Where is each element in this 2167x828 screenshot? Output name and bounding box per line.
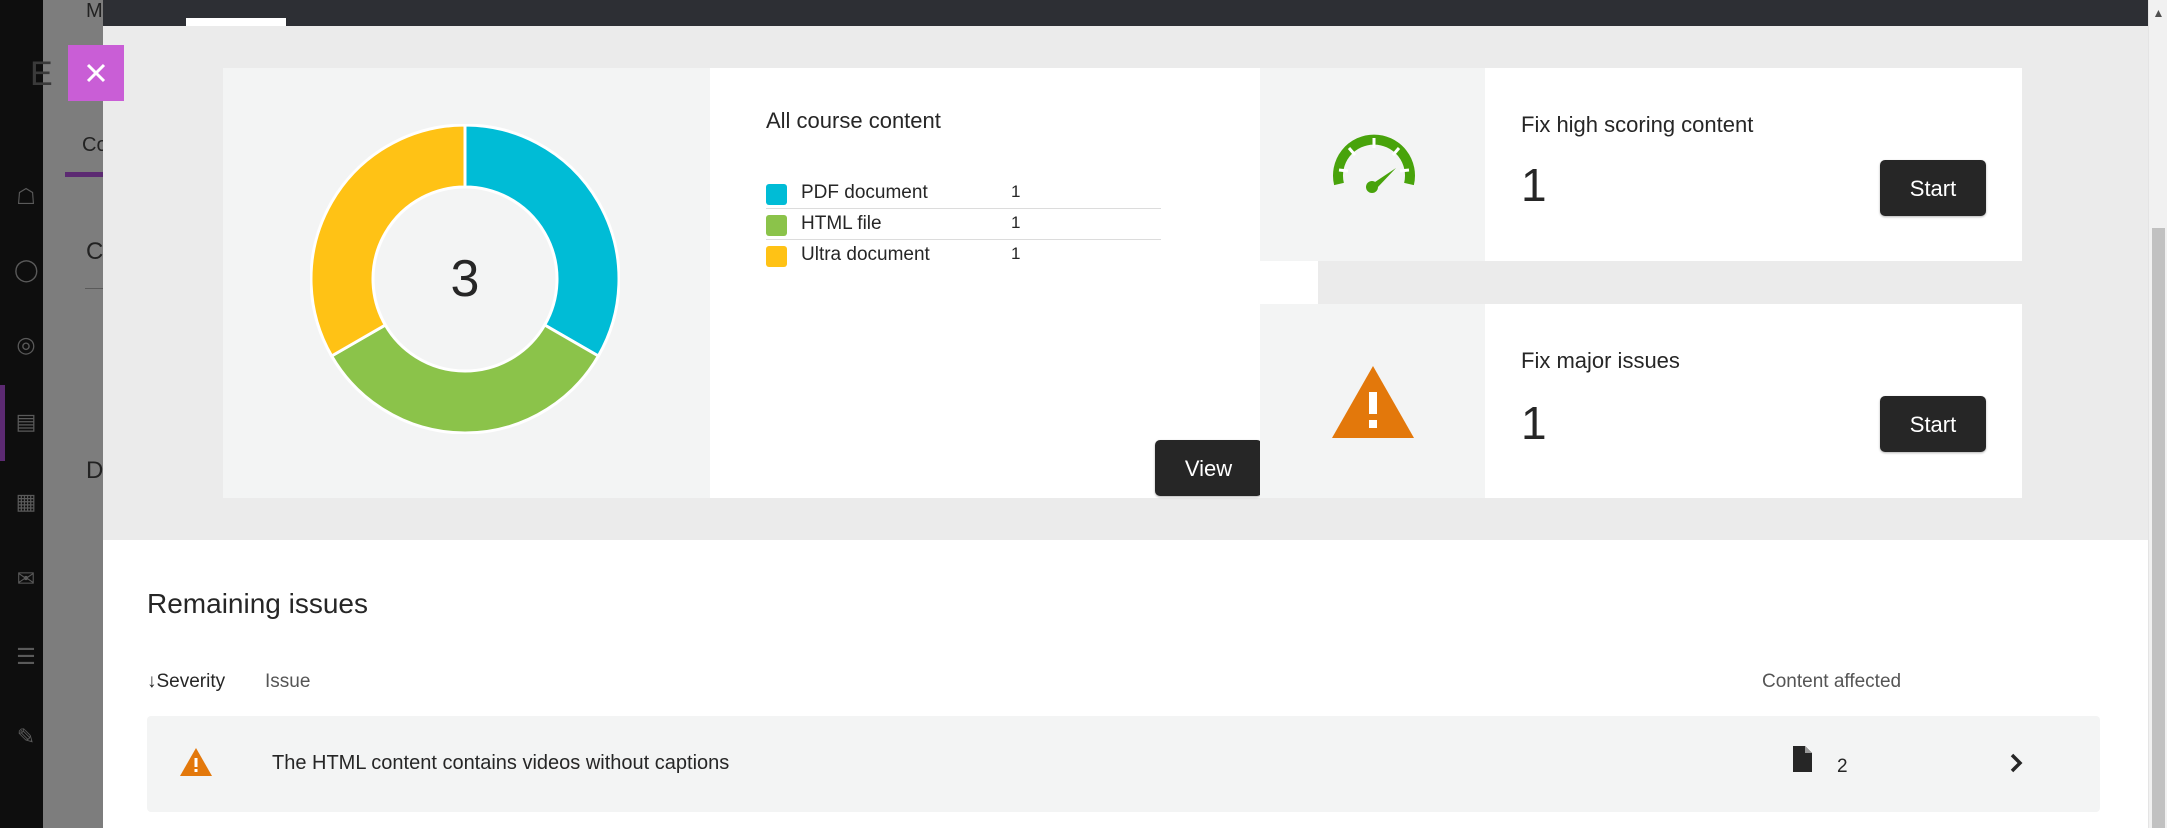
- fix-high-scoring-card: Fix high scoring content 1 Start: [1260, 68, 2022, 261]
- background-course-page: [43, 0, 103, 828]
- legend-row-pdf: PDF document 1: [766, 178, 1161, 209]
- severity-header-label: Severity: [156, 671, 226, 692]
- close-icon: [86, 63, 106, 83]
- modal-scrollbar[interactable]: ▲: [2148, 0, 2167, 828]
- legend-row-html: HTML file 1: [766, 209, 1161, 240]
- donut-total: 3: [450, 250, 480, 308]
- background-logo-fragment: E: [30, 55, 53, 93]
- legend-swatch-pdf: [766, 184, 787, 205]
- modal-top-tab-indicator: [186, 18, 286, 26]
- warning-icon: [180, 748, 212, 776]
- fix-high-title: Fix high scoring content: [1521, 112, 1754, 137]
- legend-swatch-ultra: [766, 246, 787, 267]
- grades-icon: ☰: [16, 644, 36, 669]
- background-text-fragment: M: [86, 0, 103, 22]
- content-type-legend: PDF document 1 HTML file 1 Ultra documen…: [766, 178, 1161, 270]
- institution-icon: ☖: [16, 184, 36, 209]
- background-heading-fragment-2: D: [86, 457, 104, 484]
- legend-label-html: HTML file: [801, 213, 882, 234]
- gauge-icon: [1333, 134, 1415, 193]
- start-high-scoring-button[interactable]: Start: [1880, 160, 1986, 216]
- fix-major-icon-area: [1260, 304, 1485, 498]
- content-affected-column-header: Content affected: [1762, 671, 1902, 692]
- start-major-issues-button[interactable]: Start: [1880, 396, 1986, 452]
- document-icon: [1793, 746, 1812, 772]
- all-course-content-title: All course content: [766, 108, 941, 133]
- fix-major-issues-card: Fix major issues 1 Start: [1260, 304, 2022, 498]
- legend-count-pdf: 1: [1011, 182, 1021, 201]
- view-button[interactable]: View: [1155, 440, 1262, 496]
- sort-down-arrow-icon: ↓: [147, 671, 157, 692]
- fix-major-title: Fix major issues: [1521, 348, 1680, 373]
- fix-high-icon-area: [1260, 68, 1485, 261]
- profile-icon: ◯: [14, 257, 39, 282]
- scroll-up-arrow-icon[interactable]: ▲: [2149, 2, 2167, 24]
- messages-icon: ✉: [16, 566, 36, 591]
- remaining-issues-heading: Remaining issues: [147, 588, 368, 619]
- calendar-icon: ▦: [15, 489, 37, 514]
- legend-label-pdf: PDF document: [801, 182, 928, 203]
- background-tab-underline: [65, 172, 103, 177]
- issue-column-header: Issue: [265, 671, 311, 692]
- courses-icon: ▤: [15, 409, 37, 434]
- severity-column-header[interactable]: ↓Severity: [147, 671, 225, 693]
- issue-description: The HTML content contains videos without…: [272, 752, 730, 774]
- fix-high-count: 1: [1521, 159, 1547, 211]
- summary-panel: 3 All course content PDF document 1 HTML…: [103, 26, 2151, 540]
- modal-top-bar: [103, 0, 2151, 26]
- legend-swatch-html: [766, 215, 787, 236]
- legend-label-ultra: Ultra document: [801, 244, 930, 265]
- content-affected-count: 2: [1837, 756, 1848, 777]
- chart-area: 3: [223, 68, 710, 498]
- legend-count-ultra: 1: [1011, 244, 1021, 263]
- accessibility-report-modal: 3 All course content PDF document 1 HTML…: [103, 0, 2151, 828]
- tools-icon: ✎: [16, 724, 36, 749]
- fix-major-count: 1: [1521, 397, 1547, 449]
- close-button[interactable]: [68, 45, 124, 101]
- globe-icon: ◎: [16, 332, 36, 357]
- background-heading-fragment: C: [86, 238, 104, 265]
- issue-row[interactable]: The HTML content contains videos without…: [147, 716, 2100, 812]
- all-course-content-card: 3 All course content PDF document 1 HTML…: [223, 68, 1318, 498]
- background-divider: [85, 288, 103, 289]
- scrollbar-thumb[interactable]: [2152, 228, 2165, 828]
- content-donut-chart: 3: [310, 124, 620, 434]
- warning-icon: [1332, 366, 1414, 438]
- legend-count-html: 1: [1011, 213, 1021, 232]
- legend-row-ultra: Ultra document 1: [766, 240, 1161, 270]
- chevron-right-icon[interactable]: [2004, 750, 2028, 776]
- background-nav-rail: ☖ ◯ ◎ ▤ ▦ ✉ ☰ ✎: [0, 0, 43, 828]
- background-active-nav-indicator: [0, 385, 5, 461]
